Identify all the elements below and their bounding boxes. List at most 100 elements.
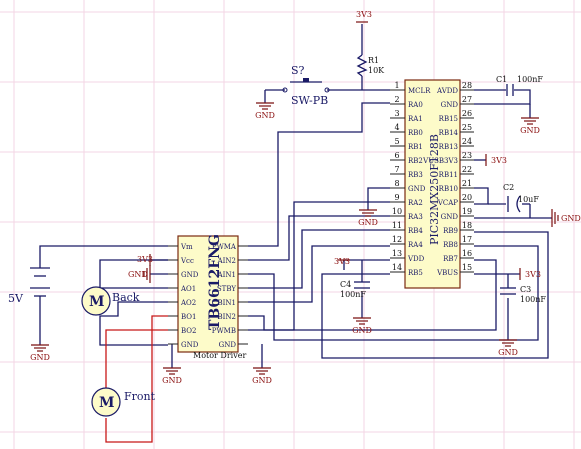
ground-symbols: GND GND GND GND GND GND GND GND GND GND: [30, 102, 581, 385]
r1-label: R1: [368, 56, 379, 65]
mcu-pin-name: VBUS: [436, 269, 458, 277]
mcu-pin-name: RB8: [443, 241, 458, 249]
resistor-symbol: [356, 54, 368, 77]
power-label-3v3-top: 3V3: [356, 10, 372, 19]
mcu-pin-name: RA0: [408, 101, 423, 109]
driver-pin-name: GND: [181, 271, 199, 279]
mcu-pin-number: 13: [392, 249, 402, 258]
c4-value: 100nF: [340, 290, 366, 299]
mcu-pin-number: 15: [462, 263, 472, 272]
driver-pin-name: BO1: [181, 313, 196, 321]
c1-label: C1: [496, 75, 507, 84]
mcu-pin-number: 21: [462, 179, 472, 188]
driver-pin-name: AO1: [180, 285, 196, 293]
motor-driver: VmVccGNDAO1AO2BO1BO2GND PWMAAIN2AIN1STBY…: [168, 234, 248, 360]
driver-pin-name: AO2: [180, 299, 196, 307]
mcu-part-label: PIC32MX250F128B: [428, 134, 441, 245]
schematic: 1 MCLR 2 RA0 3 RA1 4 RB0 5 RB1 6 RB2 7 RB3 8 GND 9 RA2 10 R…: [0, 0, 581, 449]
mcu-pin-number: 10: [392, 207, 402, 216]
mcu-pin-number: 9: [394, 193, 399, 202]
c2-label: C2: [503, 183, 514, 192]
mcu-pin-name: RB11: [439, 171, 458, 179]
c3-label: C3: [520, 285, 531, 294]
r1-value: 10K: [368, 66, 385, 75]
mcu-pin-number: 2: [394, 95, 399, 104]
mcu-pin-number: 5: [394, 137, 399, 146]
mcu-pin-name: VDD: [407, 255, 425, 263]
mcu-pin-number: 20: [462, 193, 472, 202]
mcu-pin-name: GND: [441, 213, 459, 221]
mcu-pin-name: RB2: [408, 157, 423, 165]
mcu-pin-number: 18: [462, 221, 472, 230]
mcu-pin-number: 3: [394, 109, 399, 118]
mcu-pin-name: RB9: [443, 227, 458, 235]
motor-front-symbol: M: [99, 395, 115, 411]
driver-pin-name: Vm: [180, 243, 193, 251]
ground-label: GND: [520, 126, 540, 135]
mcu-pin-name: RB4: [408, 227, 423, 235]
mcu-pin-name: MCLR: [408, 87, 431, 95]
ground-label: GND: [352, 326, 372, 335]
mcu-pin-name: AVDD: [436, 87, 458, 95]
mcu-pin-name: RB3: [408, 171, 423, 179]
c3-value: 100nF: [520, 295, 546, 304]
mcu-pin-number: 22: [462, 165, 472, 174]
resistor-r1: R1 10K: [356, 54, 385, 77]
wire-gnd8: [367, 187, 390, 210]
motor-back-symbol: M: [89, 294, 105, 310]
motor-front-label: Front: [124, 390, 156, 403]
mcu-pin-number: 7: [394, 165, 399, 174]
mcu-pin-number: 25: [462, 123, 472, 132]
wire-c1-gnd27: [474, 89, 531, 105]
ground-label: GND: [498, 348, 518, 357]
mcu-pin-number: 8: [394, 179, 399, 188]
mcu-pin-number: 1: [394, 81, 399, 90]
mcu-pin-number: 11: [392, 221, 402, 230]
ground-label: GND: [30, 353, 50, 362]
mcu-pin-name: RA3: [408, 213, 423, 221]
mcu-pin-number: 6: [394, 151, 399, 160]
switch-designator: S?: [291, 64, 305, 77]
motor-back: M Back: [81, 286, 140, 316]
mcu-pin-number: 12: [392, 235, 402, 244]
power-label-vbus: 3V3: [525, 270, 541, 279]
battery-label: 5V: [8, 292, 24, 305]
mcu-pin-number: 19: [462, 207, 472, 216]
mcu-pin-number: 16: [462, 249, 472, 258]
mcu-pin-number: 27: [462, 95, 472, 104]
wire-rb10-vcap: [474, 187, 489, 205]
driver-pin-name: GND: [181, 341, 199, 349]
push-button-switch: S? SW-PB: [282, 64, 330, 107]
ground-label: GND: [252, 376, 272, 385]
driver-footer-label: Motor Driver: [193, 351, 246, 360]
mcu-pin-name: RB7: [443, 255, 458, 263]
mcu-pin-name: RB10: [439, 185, 458, 193]
mcu-pin-name: RB15: [439, 115, 458, 123]
wire-bo2-front: [105, 329, 168, 388]
wire-ao2-back: [99, 301, 168, 346]
mcu-pin-name: RB5: [408, 269, 423, 277]
c1-value: 100nF: [517, 75, 543, 84]
driver-pin-name: Vcc: [180, 257, 194, 265]
power-label-vusb: 3V3: [491, 156, 507, 165]
mcu-pin-number: 26: [462, 109, 472, 118]
wire-vdd: [343, 259, 390, 270]
mcu-pin-name: GND: [441, 101, 459, 109]
mcu-pin-number: 4: [394, 123, 399, 132]
ground-label: GND: [255, 111, 275, 120]
mcu-pin-number: 24: [462, 137, 472, 146]
mcu-pin-number: 14: [392, 263, 402, 272]
mcu: 1 MCLR 2 RA0 3 RA1 4 RB0 5 RB1 6 RB2 7 RB3 8 GND 9 RA2 10 R…: [390, 79, 474, 289]
ground-label: GND: [128, 270, 148, 279]
c2-value: 10uF: [518, 195, 539, 204]
mcu-pin-name: RA1: [408, 115, 423, 123]
motor-back-label: Back: [112, 291, 140, 304]
mcu-pin-name: RB1: [408, 143, 423, 151]
driver-pin-name: BO2: [181, 327, 196, 335]
power-label-vcc: 3V3: [137, 255, 153, 264]
switch-name: SW-PB: [291, 94, 328, 107]
driver-part-label: TB6612FNG: [207, 234, 223, 330]
mcu-pin-number: 23: [462, 151, 472, 160]
mcu-pin-number: 28: [462, 81, 472, 90]
mcu-pin-number: 17: [462, 235, 472, 244]
